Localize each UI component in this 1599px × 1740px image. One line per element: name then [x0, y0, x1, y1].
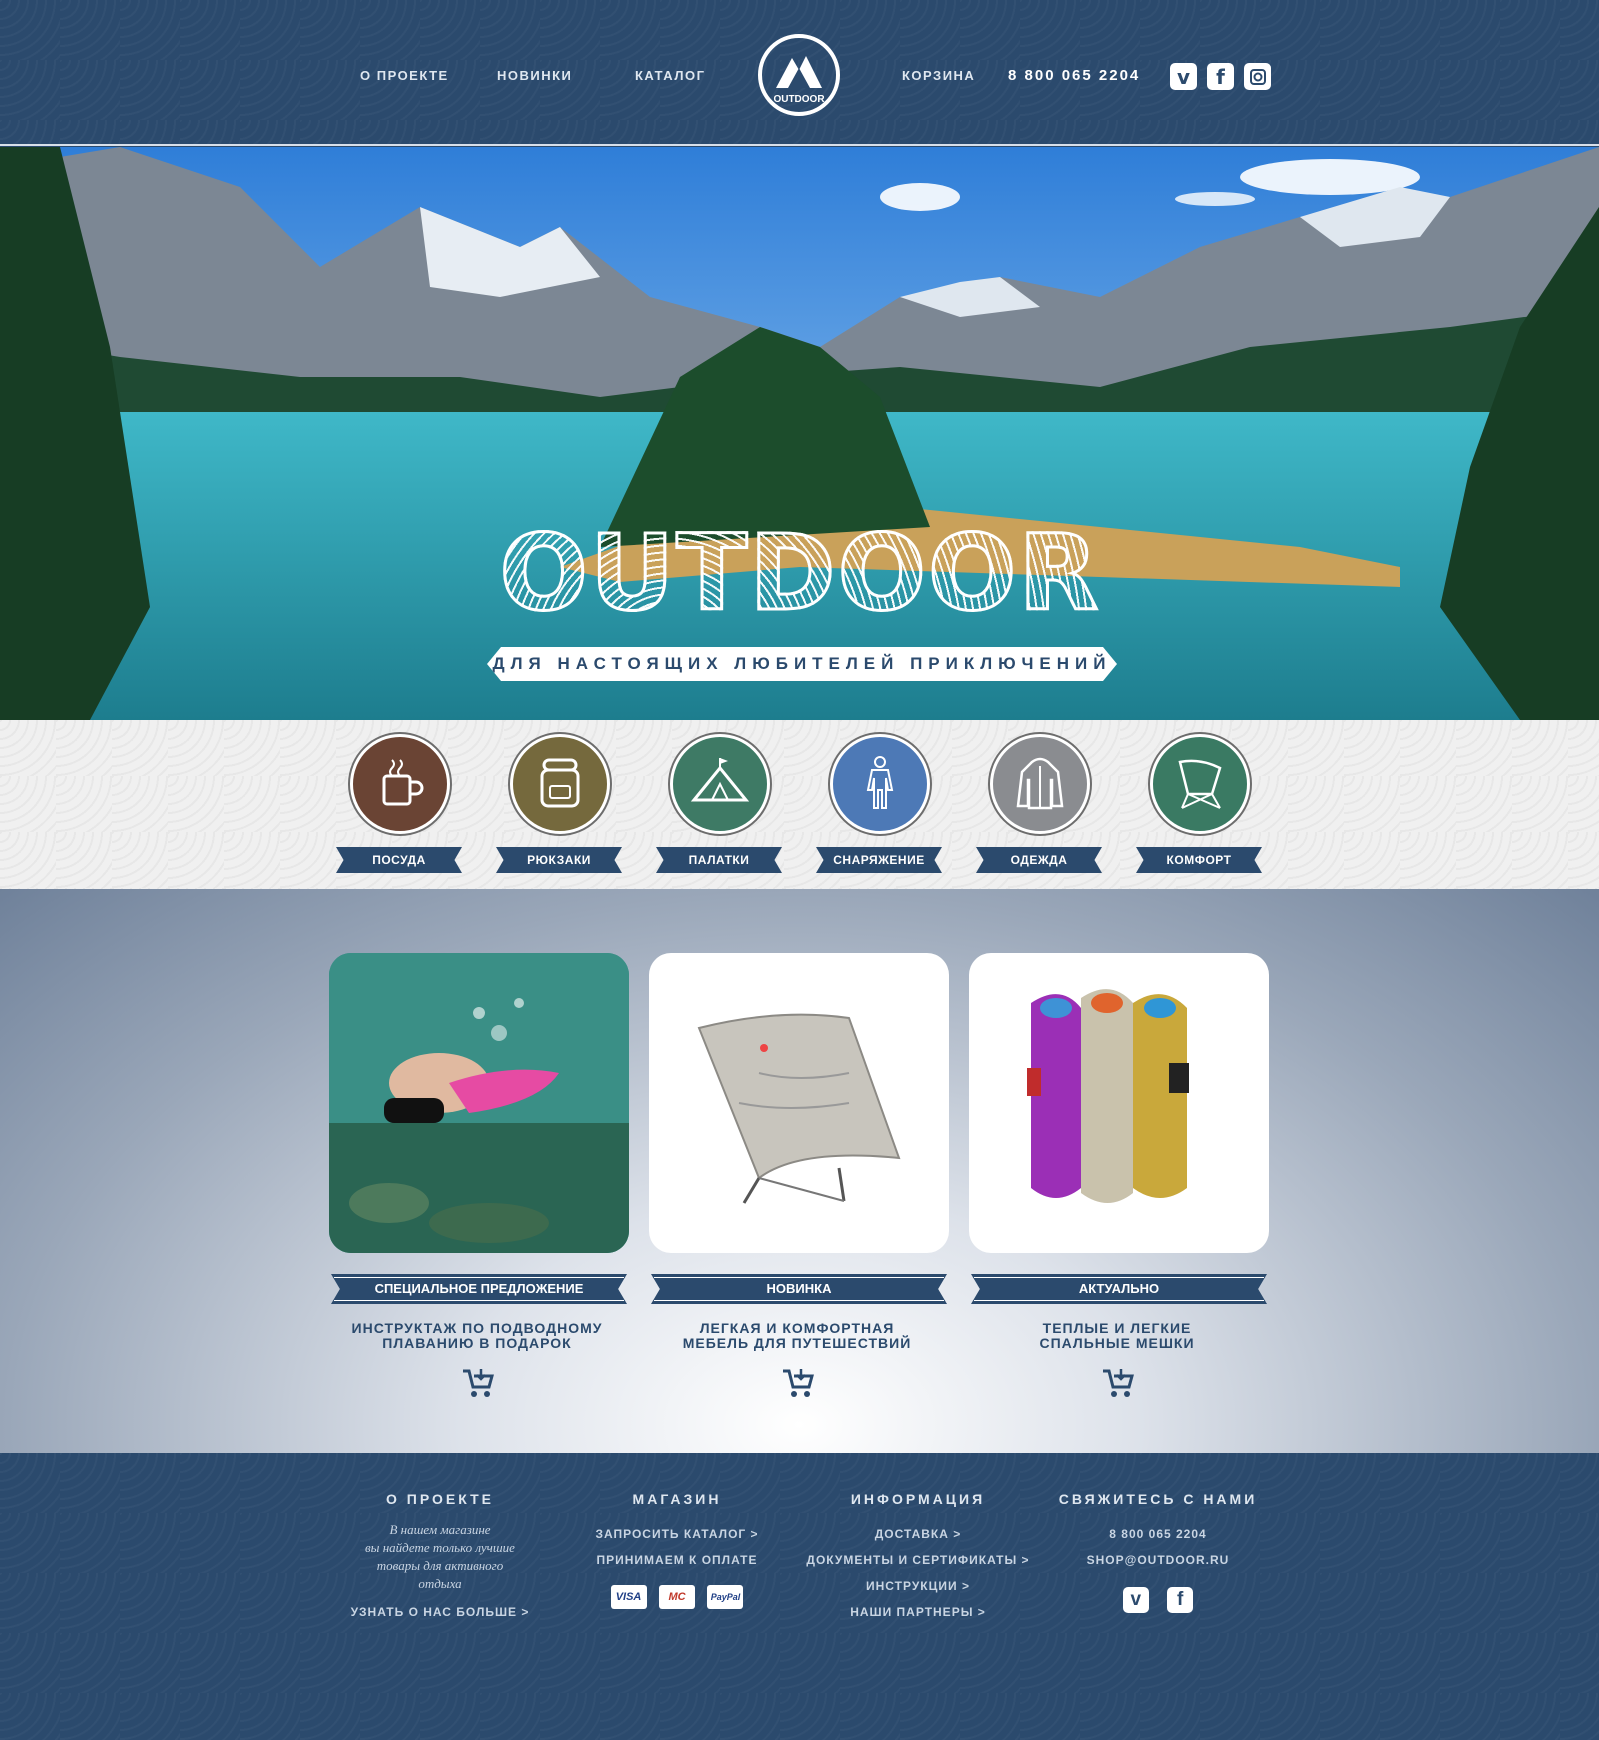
promo-section: СПЕЦИАЛЬНОЕ ПРЕДЛОЖЕНИЕ ИНСТРУКТАЖ ПО ПО…	[0, 889, 1599, 1453]
sleeping-bags-image	[1027, 989, 1189, 1203]
mastercard-icon: MC	[659, 1585, 695, 1609]
category-label: РЮКЗАКИ	[496, 847, 622, 873]
category-label: КОМФОРТ	[1136, 847, 1262, 873]
promo-banner[interactable]: АКТУАЛЬНО	[971, 1274, 1267, 1304]
category-comfort[interactable]: КОМФОРТ	[1136, 734, 1262, 884]
promo-banner[interactable]: НОВИНКА	[651, 1274, 947, 1304]
footer-heading: СВЯЖИТЕСЬ С НАМИ	[1058, 1491, 1258, 1507]
promo-banner[interactable]: СПЕЦИАЛЬНОЕ ПРЕДЛОЖЕНИЕ	[331, 1274, 627, 1304]
category-strip: ПОСУДА РЮКЗАКИ ПАЛАТКИ СНАРЯЖЕНИЕ ОДЕЖДА…	[0, 720, 1599, 889]
category-backpacks[interactable]: РЮКЗАКИ	[496, 734, 622, 884]
promo-card-sleepingbags[interactable]	[969, 953, 1269, 1253]
footer-info: ИНФОРМАЦИЯ ДОСТАВКА > ДОКУМЕНТЫ И СЕРТИФ…	[788, 1491, 1048, 1625]
footer-contact: СВЯЖИТЕСЬ С НАМИ 8 800 065 2204 SHOP@OUT…	[1058, 1491, 1258, 1613]
request-catalog-link[interactable]: ЗАПРОСИТЬ КАТАЛОГ >	[577, 1521, 777, 1547]
vimeo-icon[interactable]: v	[1122, 1587, 1149, 1613]
facebook-icon[interactable]: f	[1167, 1587, 1194, 1613]
category-circle	[350, 734, 450, 834]
backpack-icon	[540, 758, 580, 808]
documents-link[interactable]: ДОКУМЕНТЫ И СЕРТИФИКАТЫ >	[788, 1547, 1048, 1573]
chair-icon	[1178, 759, 1222, 809]
vimeo-icon[interactable]: v	[1170, 63, 1197, 90]
mountain-logo-icon: OUTDOOR	[773, 56, 825, 105]
paypal-icon: PayPal	[707, 1585, 744, 1609]
mountain-lake-image	[0, 147, 1599, 720]
nav-new[interactable]: НОВИНКИ	[497, 68, 572, 83]
promo-description: ЛЕГКАЯ И КОМФОРТНАЯ МЕБЕЛЬ ДЛЯ ПУТЕШЕСТВИ…	[682, 1320, 912, 1351]
snorkel-image	[329, 953, 629, 1253]
delivery-link[interactable]: ДОСТАВКА >	[788, 1521, 1048, 1547]
footer-social: v f	[1058, 1573, 1258, 1613]
footer-about-text: В нашем магазине вы найдете только лучши…	[365, 1522, 515, 1591]
facebook-icon[interactable]: f	[1207, 63, 1234, 90]
promo-card-snorkel[interactable]	[329, 953, 629, 1253]
category-label: ОДЕЖДА	[976, 847, 1102, 873]
footer-heading: О ПРОЕКТЕ	[385, 1491, 494, 1507]
add-to-cart-icon[interactable]	[461, 1367, 495, 1399]
nav-catalog[interactable]: КАТАЛОГ	[635, 68, 705, 83]
promo-description: ТЕПЛЫЕ И ЛЕГКИЕ СПАЛЬНЫЕ МЕШКИ	[1039, 1320, 1195, 1351]
footer-phone[interactable]: 8 800 065 2204	[1058, 1521, 1258, 1547]
promo-card-chair[interactable]	[649, 953, 949, 1253]
logo[interactable]: OUTDOOR	[758, 34, 840, 116]
category-dishes[interactable]: ПОСУДА	[336, 734, 462, 884]
category-equipment[interactable]: СНАРЯЖЕНИЕ	[816, 734, 942, 884]
hero-tagline: ДЛЯ НАСТОЯЩИХ ЛЮБИТЕЛЕЙ ПРИКЛЮЧЕНИЙ	[487, 647, 1117, 681]
promo-description: ИНСТРУКТАЖ ПО ПОДВОДНОМУ ПЛАВАНИЮ В ПОДАР…	[351, 1320, 603, 1351]
footer-shop: МАГАЗИН ЗАПРОСИТЬ КАТАЛОГ > ПРИНИМАЕМ К …	[577, 1491, 777, 1609]
wetsuit-icon	[866, 756, 894, 809]
add-to-cart-icon[interactable]	[1101, 1367, 1135, 1399]
header-phone: 8 800 065 2204	[1008, 67, 1141, 84]
nav-cart[interactable]: КОРЗИНА	[902, 68, 975, 83]
category-label: ПАЛАТКИ	[656, 847, 782, 873]
hero-banner: OUTDOOR ДЛЯ НАСТОЯЩИХ ЛЮБИТЕЛЕЙ ПРИКЛЮЧЕ…	[0, 147, 1599, 720]
footer-about: О ПРОЕКТЕ В нашем магазине вы найдете то…	[340, 1491, 540, 1625]
category-circle	[670, 734, 770, 834]
category-circle	[990, 734, 1090, 834]
tent-icon	[690, 758, 750, 802]
site-header: О ПРОЕКТЕ НОВИНКИ КАТАЛОГ OUTDOOR КОРЗИН…	[0, 0, 1599, 146]
instructions-link[interactable]: ИНСТРУКЦИИ >	[788, 1573, 1048, 1599]
footer-heading: МАГАЗИН	[632, 1491, 722, 1507]
mug-icon	[382, 759, 424, 806]
footer-email[interactable]: SHOP@OUTDOOR.RU	[1058, 1547, 1258, 1573]
partners-link[interactable]: НАШИ ПАРТНЕРЫ >	[788, 1599, 1048, 1625]
category-tents[interactable]: ПАЛАТКИ	[656, 734, 782, 884]
category-label: СНАРЯЖЕНИЕ	[816, 847, 942, 873]
payment-methods-label: ПРИНИМАЕМ К ОПЛАТЕ	[596, 1553, 758, 1567]
logo-text: OUTDOOR	[773, 94, 825, 105]
payment-logos: VISA MC PayPal	[577, 1573, 777, 1609]
nav-about[interactable]: О ПРОЕКТЕ	[360, 68, 449, 83]
learn-more-link[interactable]: УЗНАТЬ О НАС БОЛЬШЕ >	[340, 1599, 540, 1625]
site-footer: О ПРОЕКТЕ В нашем магазине вы найдете то…	[0, 1453, 1599, 1740]
hero-title: OUTDOOR	[470, 511, 1130, 636]
category-clothing[interactable]: ОДЕЖДА	[976, 734, 1102, 884]
camp-chair-image	[697, 1013, 901, 1204]
jacket-icon	[1016, 757, 1064, 810]
category-circle	[510, 734, 610, 834]
category-circle	[830, 734, 930, 834]
footer-heading: ИНФОРМАЦИЯ	[850, 1491, 986, 1507]
category-label: ПОСУДА	[336, 847, 462, 873]
visa-icon: VISA	[610, 1585, 647, 1609]
add-to-cart-icon[interactable]	[781, 1367, 815, 1399]
category-circle	[1150, 734, 1250, 834]
instagram-icon[interactable]	[1244, 63, 1271, 90]
